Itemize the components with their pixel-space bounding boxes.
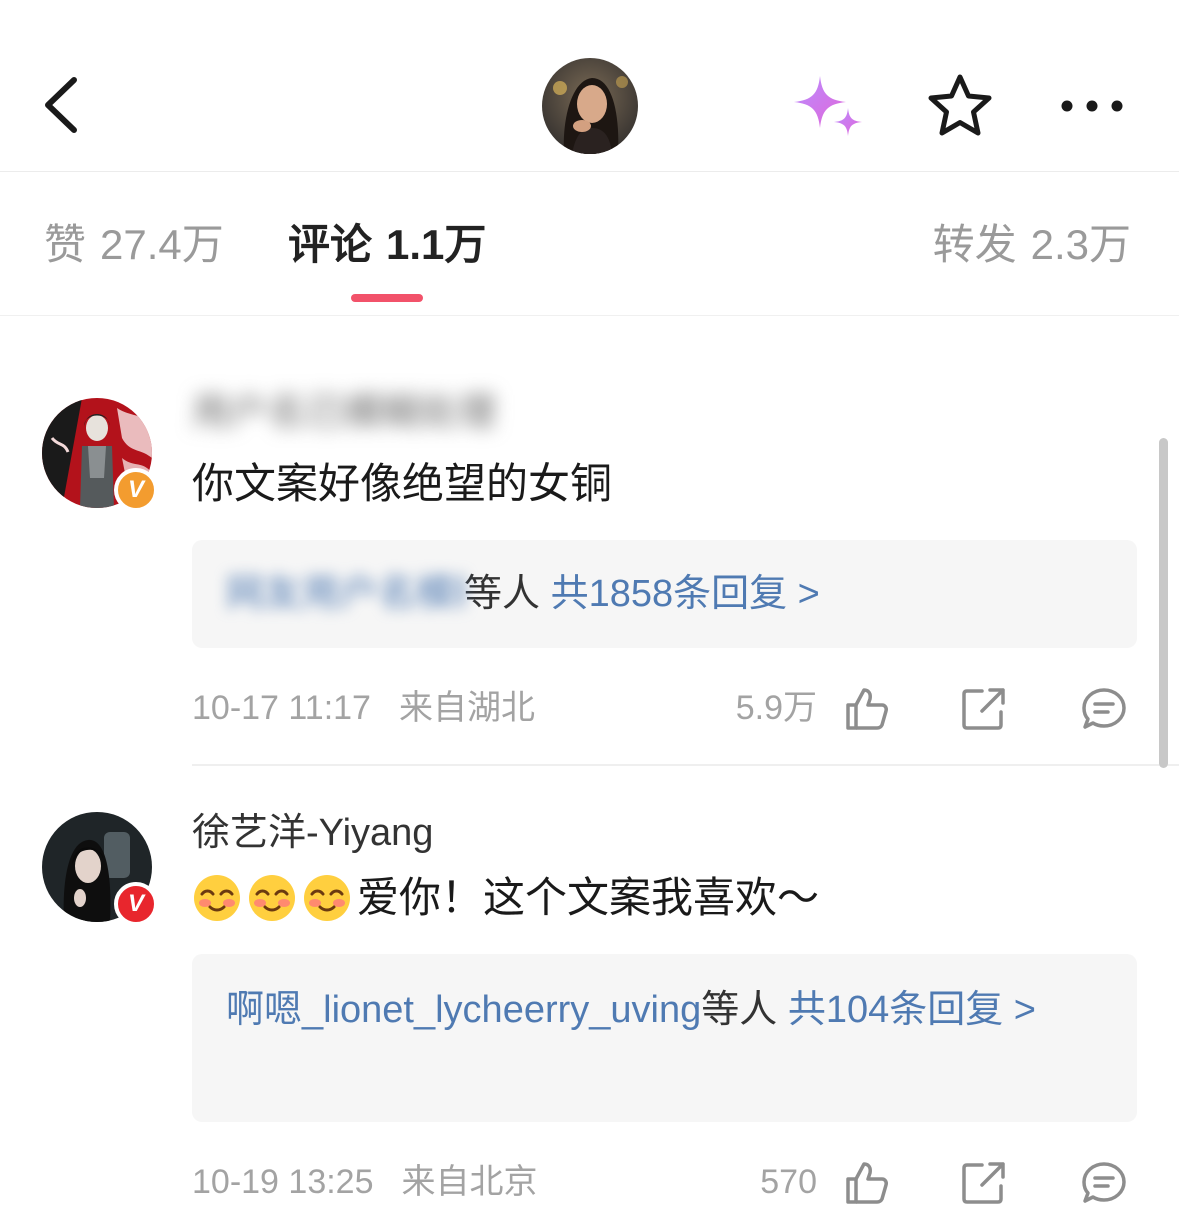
share-button[interactable]	[960, 1160, 1008, 1206]
tab-comments[interactable]: 评论 1.1万	[288, 220, 486, 270]
comment-time: 10-17 11:17	[192, 689, 371, 727]
star-outline-icon	[928, 74, 992, 136]
tab-likes-count: 27.4万	[100, 221, 224, 268]
comment-text-row: 爱你！这个文案我喜欢～	[192, 872, 819, 924]
more-horizontal-icon	[1061, 100, 1123, 112]
commenter-avatar[interactable]: V	[42, 398, 158, 512]
tab-likes-label: 赞	[44, 221, 87, 268]
interaction-tabs: 赞 27.4万 评论 1.1万 转发 2.3万	[0, 172, 1179, 316]
comment-location: 来自湖北	[398, 689, 535, 727]
tab-reposts-count: 2.3万	[1030, 221, 1131, 268]
comment-item: V 徐艺洋-Yiyang 爱你！这个文案我喜欢～ 啊嗯_lionet_lyche…	[0, 766, 1179, 1231]
tab-comments-count: 1.1万	[386, 221, 487, 268]
comment-icon	[1082, 688, 1126, 729]
comment-text: 你文案好像绝望的女铜	[192, 460, 613, 507]
reply-suffix: 等人	[701, 989, 778, 1031]
blushing-face-emoji-icon	[304, 875, 350, 921]
share-icon	[962, 688, 1005, 730]
tab-reposts[interactable]: 转发 2.3万	[933, 220, 1131, 270]
commenter-name[interactable]: 用户名已模糊处理	[192, 390, 496, 436]
replies-preview[interactable]: 网友用户名模糊等人 共1858条回复 >	[192, 540, 1137, 648]
favorite-button[interactable]	[926, 72, 994, 138]
reply-total-link[interactable]: 共1858条回复 >	[551, 573, 820, 615]
more-options-button[interactable]	[1056, 88, 1128, 124]
like-button[interactable]	[842, 686, 890, 732]
share-button[interactable]	[960, 686, 1008, 732]
reply-button[interactable]	[1080, 686, 1128, 732]
thumbs-up-icon	[846, 1162, 888, 1204]
verified-badge-icon: V	[114, 468, 158, 512]
comment-meta: 10-17 11:17 来自湖北	[192, 688, 535, 728]
like-count: 5.9万	[735, 689, 817, 727]
commenter-name[interactable]: 徐艺洋-Yiyang	[192, 810, 433, 856]
like-count: 570	[760, 1163, 817, 1201]
back-button[interactable]	[36, 70, 96, 140]
comment-time: 10-19 13:25	[192, 1163, 374, 1201]
blushing-face-emoji-icon	[194, 875, 240, 921]
reply-users[interactable]: 啊嗯_lionet_lycheerry_uving	[226, 989, 701, 1031]
reply-button[interactable]	[1080, 1160, 1128, 1206]
blushing-face-emoji-icon	[249, 875, 295, 921]
verified-badge-icon: V	[114, 882, 158, 926]
reply-total-link[interactable]: 共104条回复 >	[788, 989, 1036, 1031]
tab-reposts-label: 转发	[932, 221, 1017, 268]
author-avatar[interactable]	[542, 58, 638, 154]
top-navigation-bar	[0, 0, 1179, 172]
replies-preview[interactable]: 啊嗯_lionet_lycheerry_uving等人 共104条回复 >	[192, 954, 1137, 1122]
tab-comments-label: 评论	[288, 221, 373, 268]
comment-location: 来自北京	[401, 1163, 538, 1201]
comment-text: 爱你！这个文案我喜欢～	[357, 874, 820, 921]
tab-likes[interactable]: 赞 27.4万	[44, 220, 224, 270]
author-avatar-image	[542, 58, 638, 154]
reply-suffix: 等人	[464, 573, 541, 615]
share-icon	[962, 1162, 1005, 1204]
comment-item: V 用户名已模糊处理 你文案好像绝望的女铜 网友用户名模糊等人 共1858条回复…	[0, 316, 1179, 766]
chevron-left-icon	[45, 77, 77, 133]
comment-icon	[1082, 1162, 1126, 1203]
scrollbar[interactable]	[1159, 438, 1168, 768]
like-button[interactable]	[842, 1160, 890, 1206]
thumbs-up-icon	[846, 688, 888, 730]
comment-meta: 10-19 13:25 来自北京	[192, 1162, 538, 1202]
active-tab-indicator	[351, 294, 423, 302]
commenter-avatar[interactable]: V	[42, 812, 158, 926]
sparkle-icon	[794, 76, 862, 136]
reply-users[interactable]: 网友用户名模糊	[226, 564, 464, 624]
ai-assistant-button[interactable]	[788, 72, 868, 142]
